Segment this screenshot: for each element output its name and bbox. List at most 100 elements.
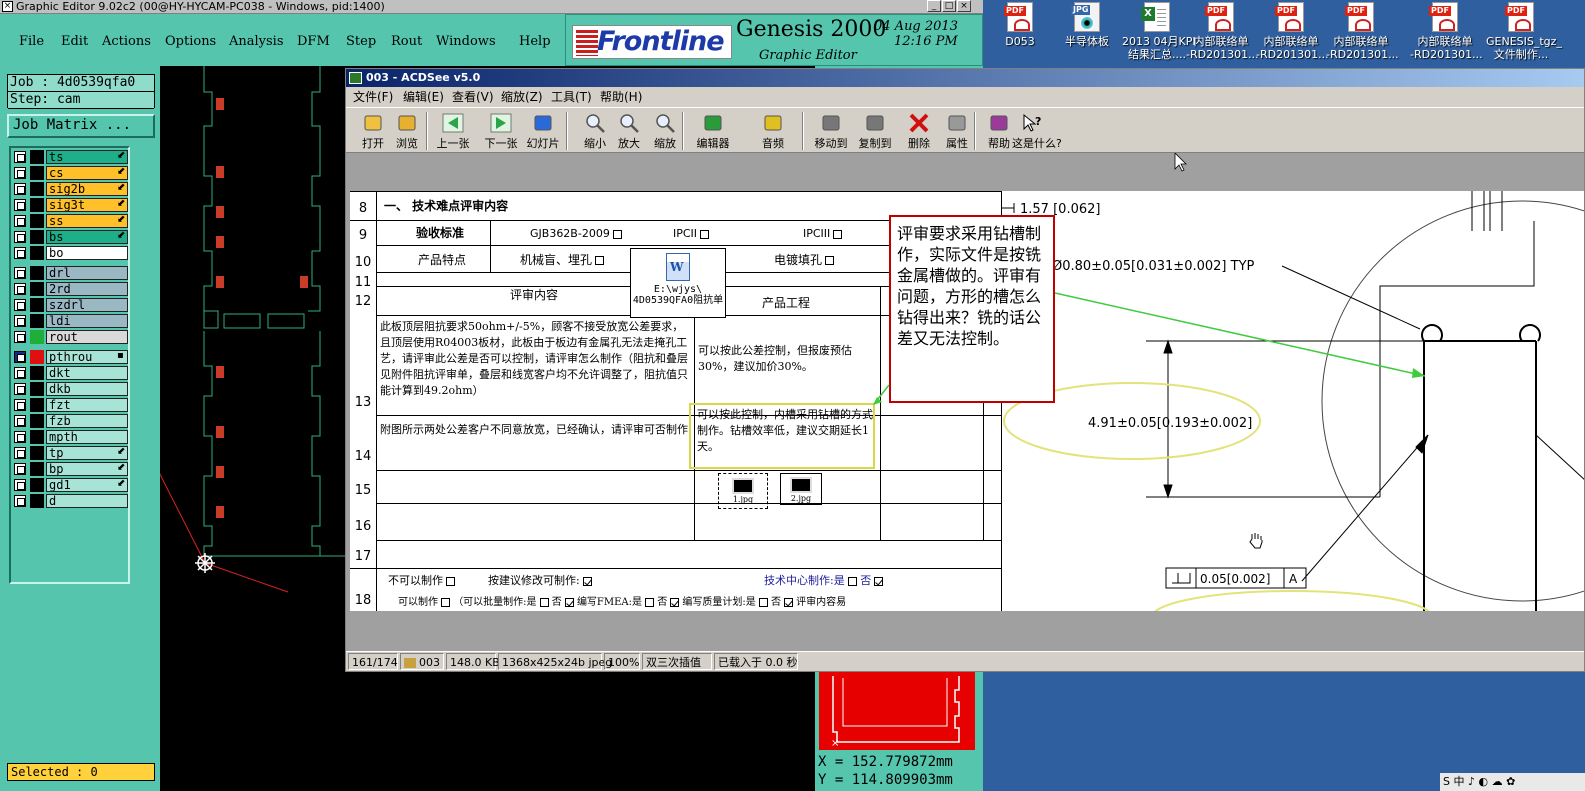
desktop-icon[interactable]: GENESIS_tgz_文件制作...	[1486, 0, 1562, 66]
layer-checkbox[interactable]	[14, 367, 26, 379]
layer-row-dkt[interactable]: dkt	[13, 366, 129, 380]
layer-checkbox[interactable]	[14, 283, 26, 295]
layer-checkbox[interactable]	[14, 167, 26, 179]
toolbar-button-4[interactable]: 幻灯片	[522, 111, 564, 151]
desktop-icon[interactable]: D053	[985, 0, 1055, 66]
layer-checkbox[interactable]	[14, 495, 26, 507]
layer-row-sig2b[interactable]: sig2b ⬋	[13, 182, 129, 196]
toolbar-button-11[interactable]: 复制到	[854, 111, 896, 151]
layer-checkbox[interactable]	[14, 479, 26, 491]
layer-name[interactable]: ldi	[46, 314, 128, 328]
layer-row-drl[interactable]: drl	[13, 266, 129, 280]
layer-row-ts[interactable]: ts ⬋	[13, 150, 129, 164]
menu-file[interactable]: File	[19, 34, 44, 49]
image-viewport[interactable]: 8 9 10 11 12 13 14 15 16 17 18 一、 技术难点评审…	[346, 153, 1584, 651]
toolbar-button-2[interactable]: 上一张	[432, 111, 474, 151]
layer-row-pthrou[interactable]: pthrou ▪	[13, 350, 129, 364]
layer-checkbox[interactable]	[14, 267, 26, 279]
layer-name[interactable]: dkt	[46, 366, 128, 380]
maximize-button[interactable]: □	[942, 0, 956, 12]
menu-windows[interactable]: Windows	[436, 34, 496, 49]
desktop-icon[interactable]: 2013 04月KPI结果汇总....	[1122, 0, 1196, 66]
close-button[interactable]: ×	[957, 0, 971, 12]
layer-row-rout[interactable]: rout	[13, 330, 129, 344]
desktop-icon[interactable]: 半导体板	[1052, 0, 1122, 66]
toolbar-button-7[interactable]: 缩放	[644, 111, 686, 151]
layer-checkbox[interactable]	[14, 331, 26, 343]
layer-name[interactable]: fzb	[46, 414, 128, 428]
app-close-icon[interactable]: ×	[2, 1, 13, 12]
layer-row-fzb[interactable]: fzb	[13, 414, 129, 428]
layer-row-tp[interactable]: tp ⬋	[13, 446, 129, 460]
acd-menu-edit[interactable]: 编辑(E)	[403, 87, 444, 107]
layer-name[interactable]: 2rd	[46, 282, 128, 296]
toolbar-button-3[interactable]: 下一张	[480, 111, 522, 151]
layer-name[interactable]: cs	[46, 166, 128, 180]
menu-options[interactable]: Options	[165, 34, 216, 49]
layer-checkbox[interactable]	[14, 151, 26, 163]
minimize-button[interactable]: _	[927, 0, 941, 12]
layer-row-bp[interactable]: bp ⬋	[13, 462, 129, 476]
acd-menu-view[interactable]: 查看(V)	[452, 87, 494, 107]
toolbar-button-1[interactable]: 浏览	[386, 111, 428, 151]
job-matrix-button[interactable]: Job Matrix ...	[7, 114, 155, 138]
desktop-icon[interactable]: 内部联络单-RD201301...	[1326, 0, 1399, 66]
layer-checkbox[interactable]	[14, 431, 26, 443]
layer-name[interactable]: sig2b	[46, 182, 128, 196]
layer-name[interactable]: bp	[46, 462, 128, 476]
toolbar-button-12[interactable]: 删除	[898, 111, 940, 151]
layer-name[interactable]: d	[46, 494, 128, 508]
menu-step[interactable]: Step	[346, 34, 376, 49]
layer-row-2rd[interactable]: 2rd	[13, 282, 129, 296]
layer-row-ss[interactable]: ss ⬋	[13, 214, 129, 228]
layer-name[interactable]: ss	[46, 214, 128, 228]
menu-analysis[interactable]: Analysis	[229, 34, 284, 49]
layer-name[interactable]: fzt	[46, 398, 128, 412]
layer-checkbox[interactable]	[14, 383, 26, 395]
layer-checkbox[interactable]	[14, 315, 26, 327]
layer-name[interactable]: mpth	[46, 430, 128, 444]
layer-row-dkb[interactable]: dkb	[13, 382, 129, 396]
layer-checkbox[interactable]	[14, 231, 26, 243]
acd-menu-tools[interactable]: 工具(T)	[551, 87, 592, 107]
layer-name[interactable]: bs	[46, 230, 128, 244]
layer-checkbox[interactable]	[14, 399, 26, 411]
desktop-icon[interactable]: 内部联络单-RD201301...	[1186, 0, 1259, 66]
layer-name[interactable]: tp	[46, 446, 128, 460]
system-tray[interactable]: S 中 ♪ ◐ ☁ ✿	[1440, 773, 1585, 791]
layer-row-fzt[interactable]: fzt	[13, 398, 129, 412]
menu-edit[interactable]: Edit	[61, 34, 88, 49]
toolbar-button-10[interactable]: 移动到	[810, 111, 852, 151]
layer-name[interactable]: drl	[46, 266, 128, 280]
layer-checkbox[interactable]	[14, 415, 26, 427]
layer-checkbox[interactable]	[14, 215, 26, 227]
menu-rout[interactable]: Rout	[391, 34, 422, 49]
menu-actions[interactable]: Actions	[102, 34, 151, 49]
layer-row-mpth[interactable]: mpth	[13, 430, 129, 444]
layer-name[interactable]: gd1	[46, 478, 128, 492]
layer-checkbox[interactable]	[14, 183, 26, 195]
layer-row-d[interactable]: d	[13, 494, 129, 508]
menu-help[interactable]: Help	[519, 34, 551, 49]
overview-map[interactable]: ×	[819, 672, 975, 750]
layer-name[interactable]: pthrou	[46, 350, 128, 364]
menu-dfm[interactable]: DFM	[297, 34, 330, 49]
layer-row-szdrl[interactable]: szdrl	[13, 298, 129, 312]
layer-row-ldi[interactable]: ldi	[13, 314, 129, 328]
layer-checkbox[interactable]	[14, 199, 26, 211]
toolbar-button-13[interactable]: 属性	[936, 111, 978, 151]
layer-name[interactable]: ts	[46, 150, 128, 164]
layer-checkbox[interactable]	[14, 463, 26, 475]
layer-row-sig3t[interactable]: sig3t ⬋	[13, 198, 129, 212]
desktop-icon[interactable]: 内部联络单-RD201301...	[1256, 0, 1329, 66]
toolbar-button-8[interactable]: 编辑器	[692, 111, 734, 151]
layer-name[interactable]: bo	[46, 246, 128, 260]
layer-row-cs[interactable]: cs ⬋	[13, 166, 129, 180]
layer-name[interactable]: rout	[46, 330, 128, 344]
acd-menu-help[interactable]: 帮助(H)	[600, 87, 642, 107]
layer-name[interactable]: sig3t	[46, 198, 128, 212]
layer-checkbox[interactable]	[14, 299, 26, 311]
layer-row-bo[interactable]: bo	[13, 246, 129, 260]
toolbar-button-9[interactable]: 音频	[752, 111, 794, 151]
layer-name[interactable]: dkb	[46, 382, 128, 396]
